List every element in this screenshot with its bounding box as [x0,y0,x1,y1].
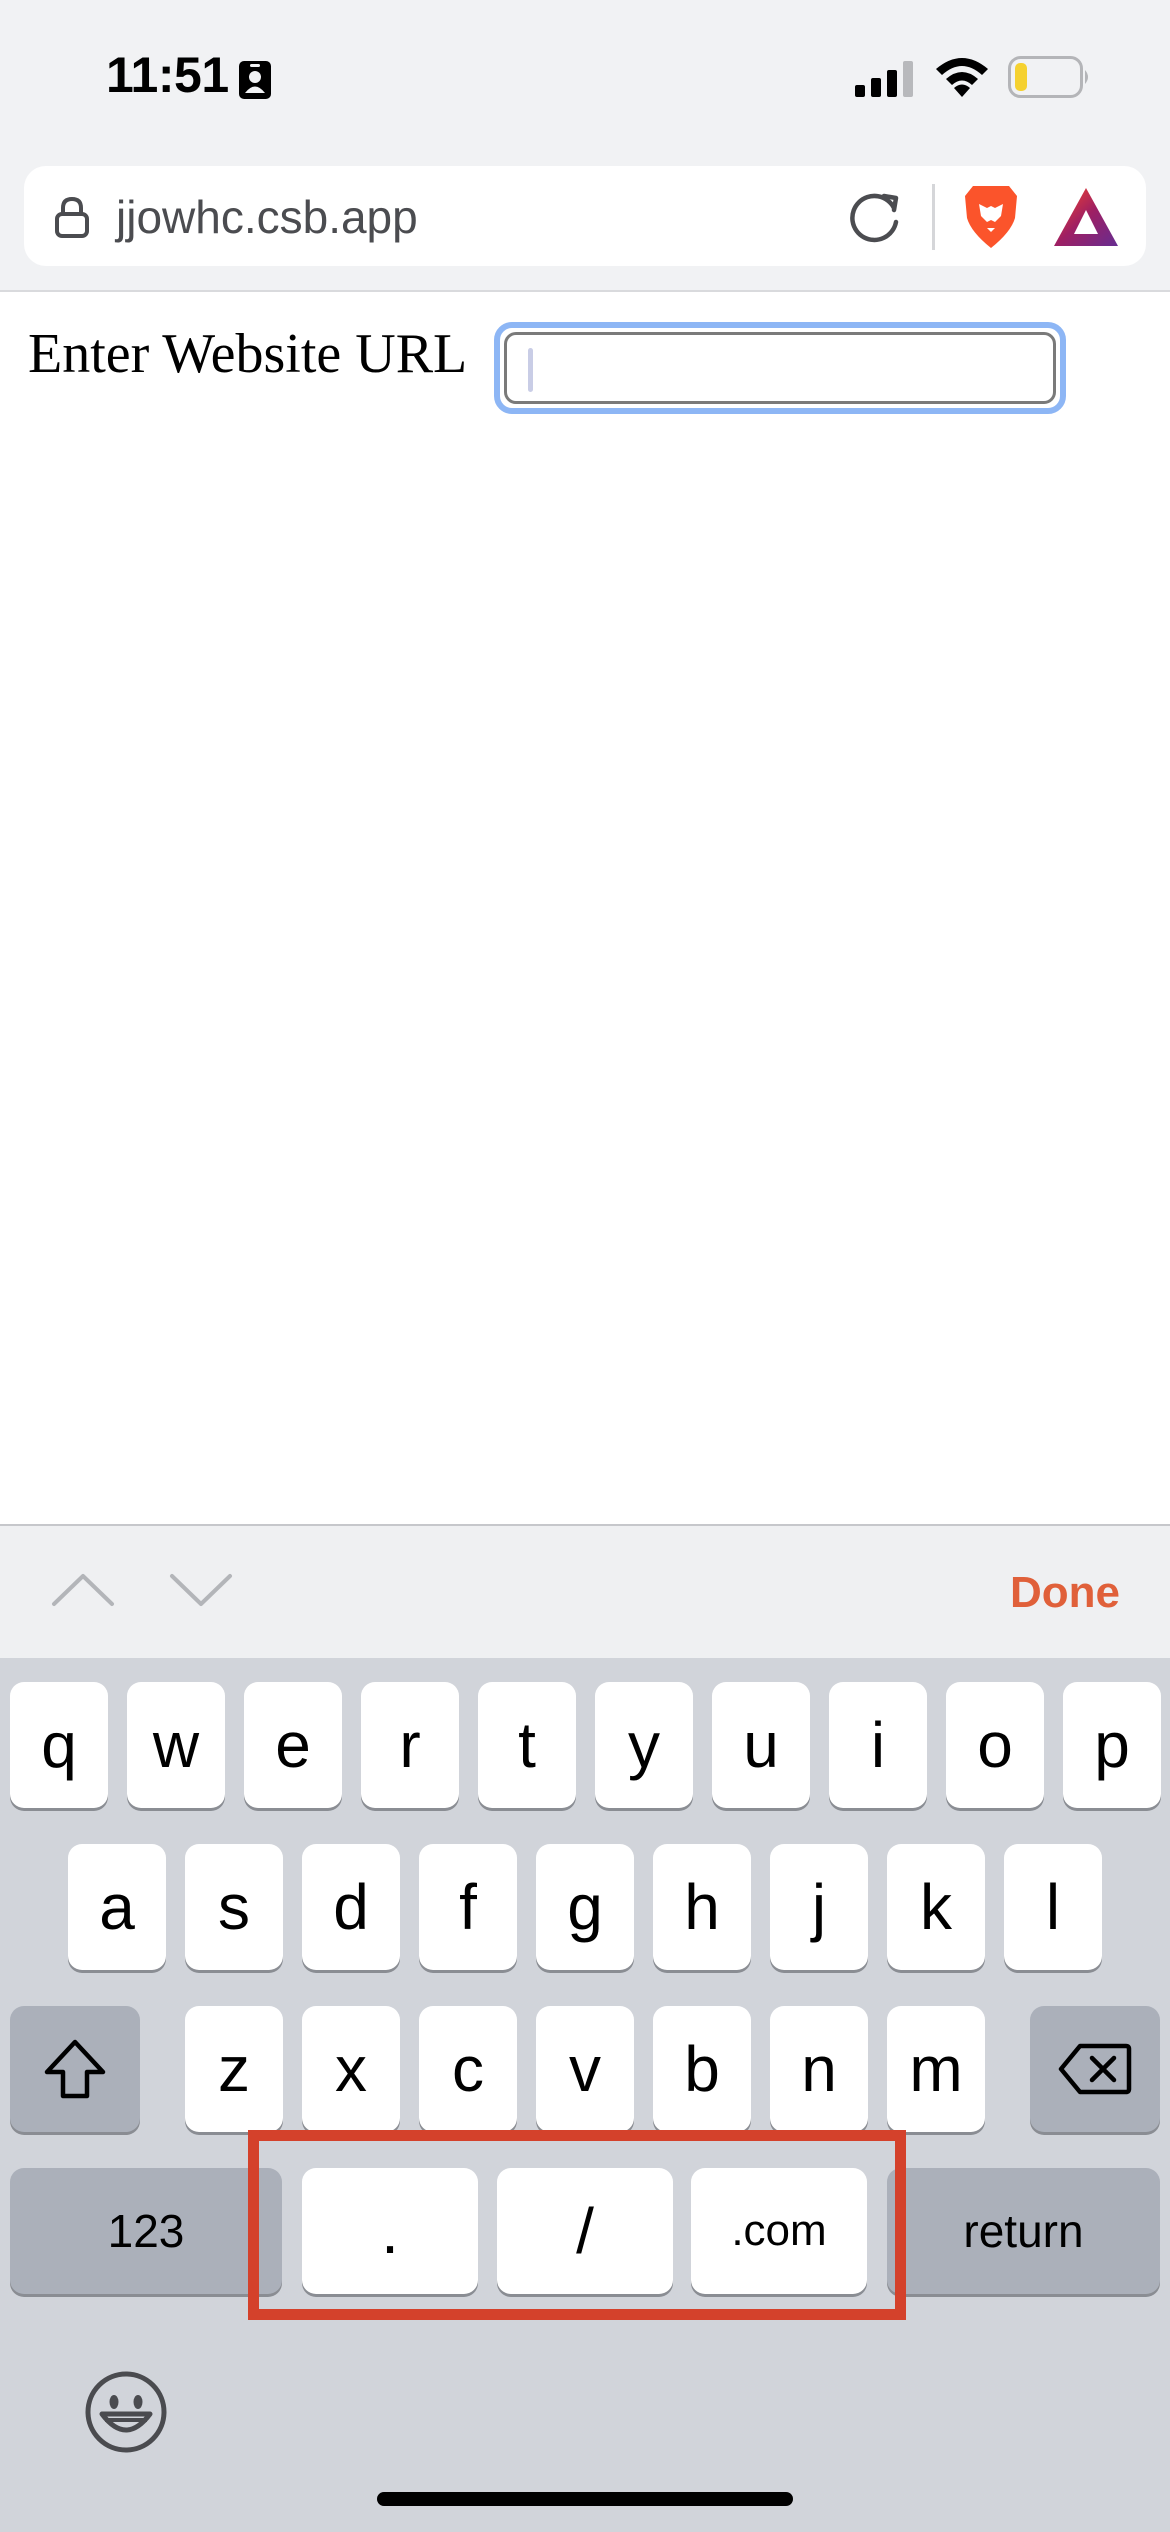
key-l[interactable]: l [1004,1844,1102,1970]
shift-key[interactable] [10,2006,140,2132]
key-y[interactable]: y [595,1682,693,1808]
text-caret [528,348,533,392]
contact-card-icon [239,61,271,99]
key-w[interactable]: w [127,1682,225,1808]
brave-lion-icon[interactable] [959,182,1023,252]
url-label: Enter Website URL [28,323,468,385]
key-m[interactable]: m [887,2006,985,2132]
key-q[interactable]: q [10,1682,108,1808]
reload-icon[interactable] [846,188,904,246]
key-j[interactable]: j [770,1844,868,1970]
key-g[interactable]: g [536,1844,634,1970]
key-f[interactable]: f [419,1844,517,1970]
key-s[interactable]: s [185,1844,283,1970]
key-v[interactable]: v [536,2006,634,2132]
delete-key[interactable] [1030,2006,1160,2132]
numbers-key[interactable]: 123 [10,2168,282,2294]
key-r[interactable]: r [361,1682,459,1808]
done-button[interactable]: Done [1010,1568,1120,1618]
url-input[interactable] [504,332,1056,404]
key-b[interactable]: b [653,2006,751,2132]
web-page: Enter Website URL [0,292,1170,1524]
shift-icon [44,2039,106,2099]
lock-icon [55,196,89,238]
backspace-icon [1058,2043,1132,2095]
address-url[interactable]: jjowhc.csb.app [116,190,418,244]
keyboard-accessory-bar: Done [0,1524,1170,1658]
key-z[interactable]: z [185,2006,283,2132]
battery-low-icon [1008,56,1088,98]
key-e[interactable]: e [244,1682,342,1808]
key-d[interactable]: d [302,1844,400,1970]
address-bar[interactable]: jjowhc.csb.app [24,166,1146,266]
emoji-icon[interactable] [84,2370,168,2454]
home-indicator[interactable] [377,2492,793,2506]
key-o[interactable]: o [946,1682,1044,1808]
key-p[interactable]: p [1063,1682,1161,1808]
status-time: 11:51 [106,47,229,103]
key-t[interactable]: t [478,1682,576,1808]
key-h[interactable]: h [653,1844,751,1970]
brave-rewards-icon[interactable] [1052,186,1120,248]
key-a[interactable]: a [68,1844,166,1970]
browser-top-chrome: 11:51 jjowhc.csb.app [0,0,1170,292]
highlight-annotation-box [248,2130,906,2320]
key-c[interactable]: c [419,2006,517,2132]
key-x[interactable]: x [302,2006,400,2132]
return-key[interactable]: return [887,2168,1160,2294]
key-n[interactable]: n [770,2006,868,2132]
key-k[interactable]: k [887,1844,985,1970]
key-u[interactable]: u [712,1682,810,1808]
address-divider [932,184,935,250]
cellular-signal-icon [855,61,913,97]
key-i[interactable]: i [829,1682,927,1808]
keyboard: q w e r t y u i o p a s d f g h j k l z … [0,1658,1170,2532]
chevron-down-icon[interactable] [168,1570,234,1610]
url-input-focus-ring [494,322,1066,414]
chevron-up-icon[interactable] [50,1570,116,1610]
wifi-icon [936,58,988,97]
